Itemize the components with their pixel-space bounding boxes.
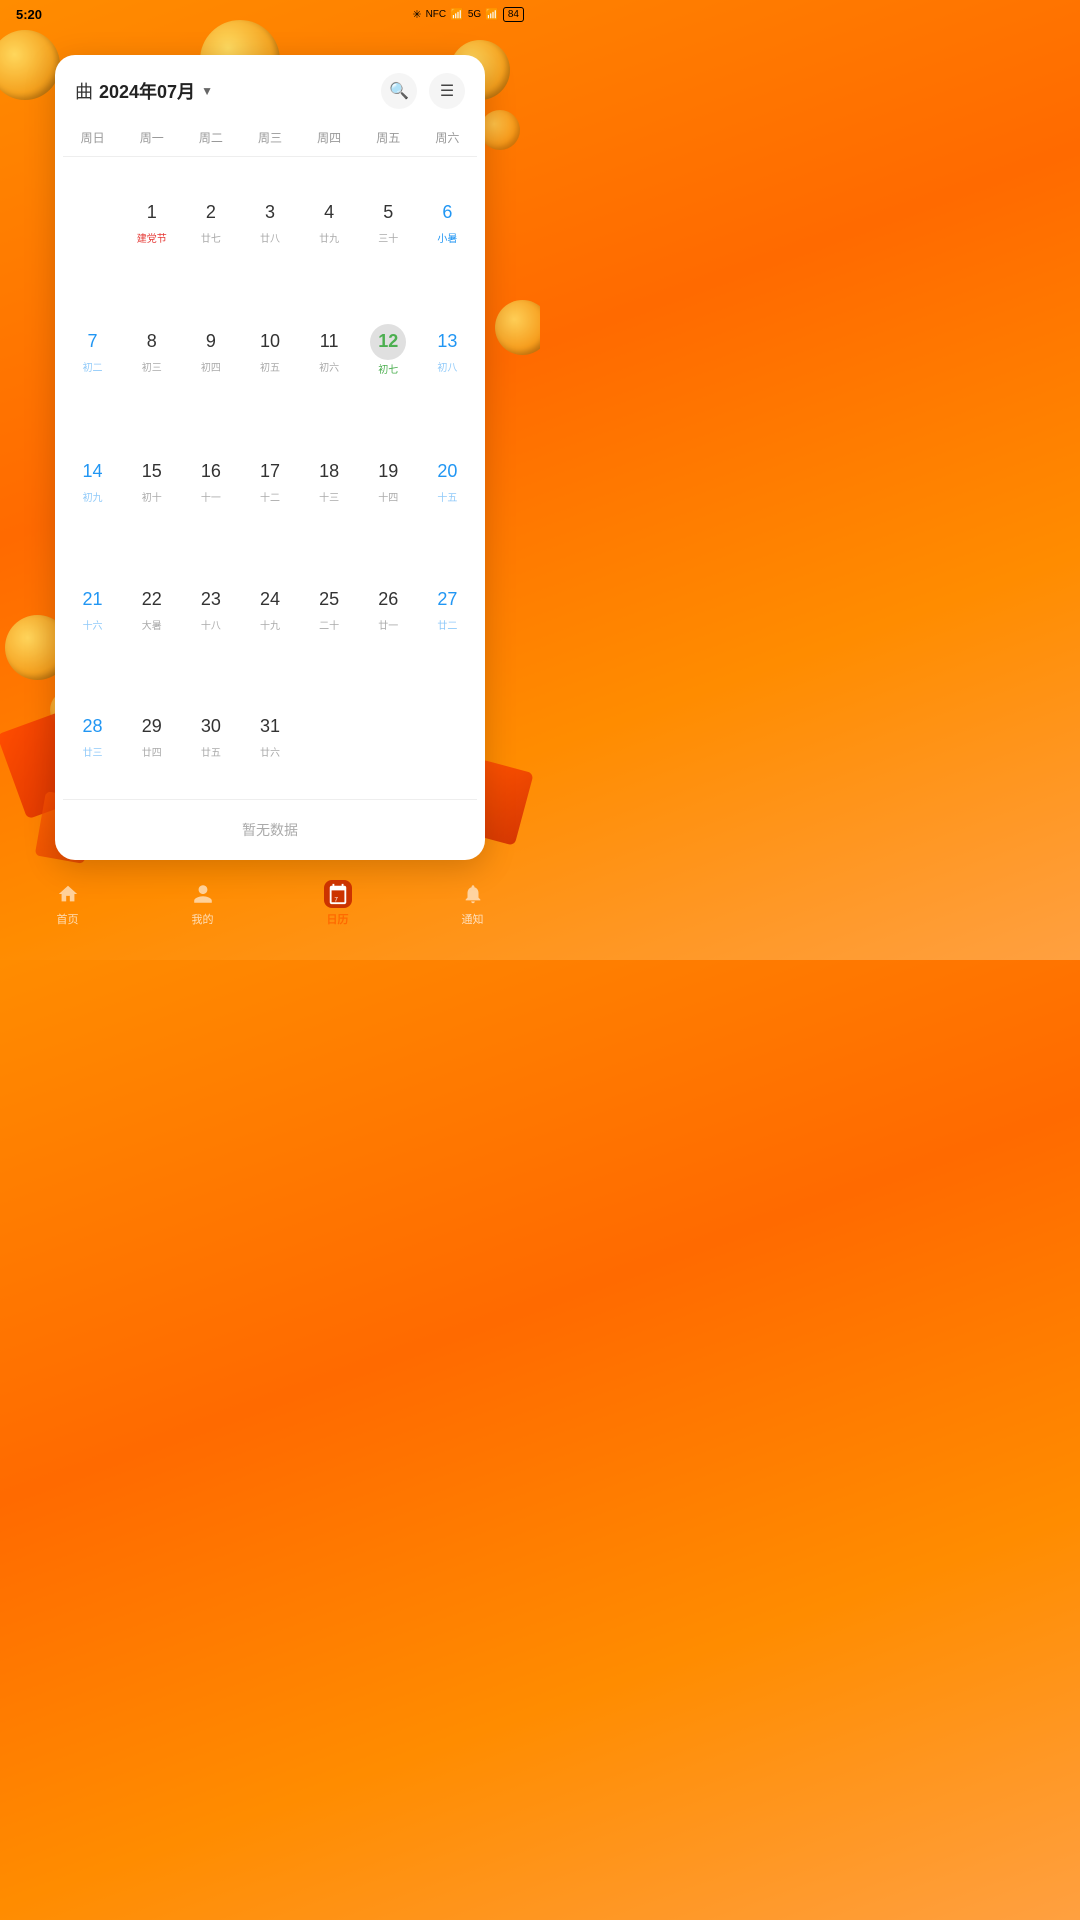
menu-icon: ☰	[440, 81, 454, 101]
cal-cell-jul7[interactable]: 7 初二	[63, 285, 122, 417]
cal-cell-jul20[interactable]: 20 十五	[418, 416, 477, 544]
weekday-sun: 周日	[63, 123, 122, 152]
cal-cell-jul14[interactable]: 14 初九	[63, 416, 122, 544]
bluetooth-icon: ✳	[412, 8, 421, 21]
cal-cell-jul13[interactable]: 13 初八	[418, 285, 477, 417]
cal-cell-jul2[interactable]: 2 廿七	[181, 157, 240, 285]
cal-cell-jul27[interactable]: 27 廿二	[418, 544, 477, 672]
notify-nav-icon	[459, 880, 487, 908]
status-icons: ✳ NFC 📶 5G 📶 84	[412, 7, 524, 22]
cal-cell-jul16[interactable]: 16 十一	[181, 416, 240, 544]
calendar-nav-icon: 7	[324, 880, 352, 908]
nav-home[interactable]: 首页	[54, 880, 82, 927]
cal-cell-jul25[interactable]: 25 二十	[300, 544, 359, 672]
cal-cell-empty-3	[359, 671, 418, 799]
nav-notify[interactable]: 通知	[459, 880, 487, 927]
cal-cell-jul10[interactable]: 10 初五	[240, 285, 299, 417]
weekday-sat: 周六	[418, 123, 477, 152]
nav-calendar-label: 日历	[327, 911, 349, 927]
cal-cell-jul3[interactable]: 3 廿八	[240, 157, 299, 285]
battery-icon: 84	[503, 7, 524, 22]
weekday-fri: 周五	[359, 123, 418, 152]
cal-cell-jul31[interactable]: 31 廿六	[240, 671, 299, 799]
empty-state-text: 暂无数据	[242, 822, 298, 838]
header-actions: 🔍 ☰	[381, 73, 465, 109]
cal-cell-jul18[interactable]: 18 十三	[300, 416, 359, 544]
weekday-headers: 周日 周一 周二 周三 周四 周五 周六	[55, 119, 485, 156]
cal-cell-empty-1	[63, 157, 122, 285]
dropdown-arrow-icon: ▼	[201, 84, 213, 98]
nav-profile-label: 我的	[192, 911, 214, 927]
weekday-thu: 周四	[300, 123, 359, 152]
cal-cell-jul11[interactable]: 11 初六	[300, 285, 359, 417]
signal-icon: 5G	[468, 9, 481, 20]
bottom-nav: 首页 我的 7 日历 通知	[0, 870, 540, 960]
cal-cell-jul22[interactable]: 22 大暑	[122, 544, 181, 672]
weekday-tue: 周二	[181, 123, 240, 152]
calendar-grid: 1 建党节 2 廿七 3 廿八 4 廿九 5 三十 6 小暑 7 初二 8	[55, 157, 485, 799]
cal-cell-jul26[interactable]: 26 廿一	[359, 544, 418, 672]
nav-profile[interactable]: 我的	[189, 880, 217, 927]
calendar-card: 曲 2024年07月 ▼ 🔍 ☰ 周日 周一 周二 周三 周四 周五 周六 1 …	[55, 55, 485, 860]
cal-cell-jul21[interactable]: 21 十六	[63, 544, 122, 672]
wifi-icon: 📶	[450, 8, 464, 21]
svg-text:7: 7	[334, 896, 338, 903]
cal-cell-jul28[interactable]: 28 廿三	[63, 671, 122, 799]
cal-cell-jul17[interactable]: 17 十二	[240, 416, 299, 544]
cal-cell-empty-4	[418, 671, 477, 799]
cal-cell-jul19[interactable]: 19 十四	[359, 416, 418, 544]
cal-cell-jul24[interactable]: 24 十九	[240, 544, 299, 672]
nfc-icon: NFC	[426, 9, 447, 20]
nav-calendar[interactable]: 7 日历	[324, 880, 352, 927]
calendar-title[interactable]: 曲 2024年07月 ▼	[75, 78, 213, 104]
cal-cell-jul5[interactable]: 5 三十	[359, 157, 418, 285]
search-button[interactable]: 🔍	[381, 73, 417, 109]
cal-cell-jul1[interactable]: 1 建党节	[122, 157, 181, 285]
cal-cell-jul30[interactable]: 30 廿五	[181, 671, 240, 799]
cal-cell-jul8[interactable]: 8 初三	[122, 285, 181, 417]
cal-cell-jul9[interactable]: 9 初四	[181, 285, 240, 417]
month-year-label: 2024年07月	[99, 78, 195, 104]
home-nav-icon	[54, 880, 82, 908]
calendar-header: 曲 2024年07月 ▼ 🔍 ☰	[55, 55, 485, 119]
nav-home-label: 首页	[57, 911, 79, 927]
search-icon: 🔍	[389, 81, 409, 101]
profile-nav-icon	[189, 880, 217, 908]
status-time: 5:20	[16, 7, 42, 22]
cal-cell-jul4[interactable]: 4 廿九	[300, 157, 359, 285]
cal-cell-jul15[interactable]: 15 初十	[122, 416, 181, 544]
cal-cell-empty-2	[300, 671, 359, 799]
nav-notify-label: 通知	[462, 911, 484, 927]
cal-cell-jul29[interactable]: 29 廿四	[122, 671, 181, 799]
cal-cell-jul6[interactable]: 6 小暑	[418, 157, 477, 285]
cal-cell-jul12-today[interactable]: 12 初七	[359, 285, 418, 417]
menu-button[interactable]: ☰	[429, 73, 465, 109]
cal-cell-jul23[interactable]: 23 十八	[181, 544, 240, 672]
empty-state: 暂无数据	[55, 800, 485, 860]
signal2-icon: 📶	[485, 8, 499, 21]
calendar-icon: 曲	[75, 78, 93, 104]
weekday-wed: 周三	[240, 123, 299, 152]
weekday-mon: 周一	[122, 123, 181, 152]
status-bar: 5:20 ✳ NFC 📶 5G 📶 84	[0, 0, 540, 28]
